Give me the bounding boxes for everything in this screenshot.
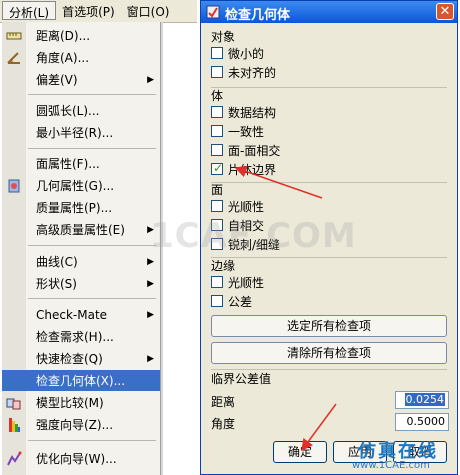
ruler-icon [2, 25, 26, 46]
checkbox-misaligned[interactable]: 未对齐的 [211, 64, 276, 80]
menu-item-mass-properties[interactable]: 质量属性(P)... [2, 197, 160, 218]
checkbox-tiny[interactable]: 微小的 [211, 45, 264, 61]
group-label-tolerance: 临界公差值 [211, 372, 272, 386]
angle-label: 角度 [211, 417, 236, 431]
dialog-title: 检查几何体 [225, 8, 291, 23]
menu-item-optimization-wizard[interactable]: 优化向导(W)... [2, 448, 160, 469]
checkbox-consistency[interactable]: 一致性 [211, 123, 264, 139]
menu-item-shape[interactable]: 形状(S) ▶ [2, 273, 160, 294]
menu-item-curve[interactable]: 曲线(C) ▶ [2, 251, 160, 272]
optimization-wizard-icon [2, 448, 26, 469]
model-compare-icon [2, 392, 26, 413]
submenu-arrow-icon: ▶ [147, 278, 154, 289]
checkbox-tolerance[interactable]: 公差 [211, 293, 252, 309]
checkbox-smoothness[interactable]: 光顺性 [211, 198, 264, 214]
menu-item-geometry-properties[interactable]: 几何属性(G)... [2, 175, 160, 196]
geometry-properties-icon [2, 175, 26, 196]
angle-input[interactable]: 0.5000 [395, 413, 449, 431]
menu-item-distance[interactable]: 距离(D)... [2, 25, 160, 46]
site-url: www.1CAE.com [352, 460, 430, 471]
clear-all-checks-button[interactable]: 清除所有检查项 [211, 342, 447, 364]
dialog-titlebar[interactable]: 检查几何体 ✕ [201, 1, 457, 23]
strength-wizard-icon [2, 414, 26, 435]
checkbox-data-structure[interactable]: 数据结构 [211, 104, 276, 120]
menu-item-advanced-mass-properties[interactable]: 高级质量属性(E) ▶ [2, 219, 160, 240]
submenu-arrow-icon: ▶ [147, 309, 154, 320]
menu-separator [28, 94, 156, 95]
group-divider [211, 182, 447, 183]
checkmark-icon: ✓ [213, 161, 224, 175]
menu-separator [28, 298, 156, 299]
group-divider [211, 87, 447, 88]
protractor-icon [2, 47, 26, 68]
menu-analysis[interactable]: 分析(L) [2, 1, 57, 20]
group-label-face: 面 [211, 183, 224, 197]
select-all-checks-button[interactable]: 选定所有检查项 [211, 315, 447, 337]
group-label-objects: 对象 [211, 30, 236, 44]
checkbox-edge-smoothness[interactable]: 光顺性 [211, 274, 264, 290]
menu-item-check-requirements[interactable]: 检查需求(H)... [2, 326, 160, 347]
menu-item-min-radius[interactable]: 最小半径(R)... [2, 122, 160, 143]
submenu-arrow-icon: ▶ [147, 256, 154, 267]
menu-preferences[interactable]: 首选项(P) [56, 0, 121, 19]
menu-item-deviation[interactable]: 偏差(V) ▶ [2, 69, 160, 90]
menu-item-examine-geometry[interactable]: 检查几何体(X)... [2, 370, 160, 391]
ok-button[interactable]: 确定 [273, 441, 327, 463]
distance-label: 距离 [211, 395, 236, 409]
menu-separator [28, 440, 156, 441]
dialog-app-icon [206, 5, 220, 19]
group-label-edge: 边缘 [211, 259, 236, 273]
close-button[interactable]: ✕ [436, 3, 454, 20]
menu-item-strength-wizard[interactable]: 强度向导(Z)... [2, 414, 160, 435]
menu-item-arc-length[interactable]: 圆弧长(L)... [2, 100, 160, 121]
distance-input[interactable]: 0.0254 [395, 391, 449, 409]
menu-item-model-compare[interactable]: 模型比较(M) [2, 392, 160, 413]
menu-item-check-mate[interactable]: Check-Mate ▶ [2, 304, 160, 325]
menu-item-angle[interactable]: 角度(A)... [2, 47, 160, 68]
group-label-body: 体 [211, 89, 224, 103]
group-divider [211, 257, 447, 258]
menu-separator [28, 245, 156, 246]
checkbox-face-face-intersect[interactable]: 面-面相交 [211, 142, 280, 158]
submenu-arrow-icon: ▶ [147, 353, 154, 364]
close-icon: ✕ [439, 4, 451, 19]
submenu-arrow-icon: ▶ [147, 74, 154, 85]
menu-bar: 分析(L) 首选项(P) 窗口(O) [0, 0, 197, 23]
watermark: 1CAE.COM [150, 216, 357, 256]
menu-separator [28, 148, 156, 149]
menu-window[interactable]: 窗口(O) [121, 0, 176, 19]
menu-item-quick-check[interactable]: 快速检查(Q) ▶ [2, 348, 160, 369]
analysis-dropdown-menu: 距离(D)... 角度(A)... 偏差(V) ▶ 圆弧长(L)... 最小半径… [2, 22, 161, 475]
checkbox-sheet-boundary[interactable]: ✓ 片体边界 [211, 161, 276, 177]
menu-item-face-properties[interactable]: 面属性(F)... [2, 153, 160, 174]
